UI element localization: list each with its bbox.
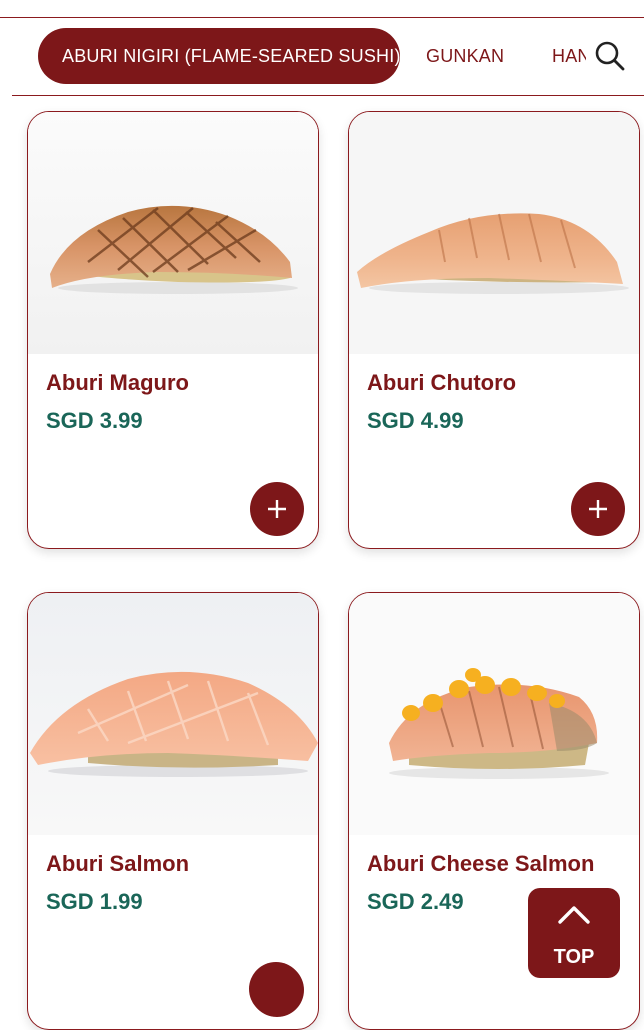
product-price: SGD 3.99 xyxy=(46,408,143,433)
product-image xyxy=(28,593,318,835)
add-to-cart-button[interactable] xyxy=(250,482,304,536)
product-card-aburi-chutoro[interactable]: Aburi Chutoro SGD 4.99 xyxy=(348,111,640,549)
product-image xyxy=(28,112,318,354)
product-name: Aburi Maguro xyxy=(46,370,189,395)
category-tab-aburi-nigiri[interactable]: ABURI NIGIRI (FLAME-SEARED SUSHI) xyxy=(38,28,400,84)
add-to-cart-button[interactable] xyxy=(249,962,303,1016)
category-nav: ABURI NIGIRI (FLAME-SEARED SUSHI) GUNKAN… xyxy=(0,18,644,96)
product-price: SGD 4.99 xyxy=(367,408,464,433)
product-image xyxy=(349,112,639,354)
category-tab-gunkan[interactable]: GUNKAN xyxy=(426,28,504,84)
add-to-cart-button[interactable] xyxy=(571,482,625,536)
nav-divider xyxy=(12,95,644,96)
search-icon[interactable] xyxy=(594,40,626,72)
product-price: SGD 1.99 xyxy=(46,889,143,914)
plus-icon xyxy=(589,500,607,518)
product-name: Aburi Chutoro xyxy=(367,370,517,395)
category-tab-handroll[interactable]: HANDROLL xyxy=(552,28,586,84)
back-to-top-button[interactable]: TOP xyxy=(528,888,620,978)
plus-icon xyxy=(268,500,286,518)
product-name: Aburi Cheese Salmon xyxy=(367,851,595,876)
product-card-aburi-maguro[interactable]: Aburi Maguro SGD 3.99 xyxy=(27,111,319,549)
product-image xyxy=(349,593,639,835)
product-name: Aburi Salmon xyxy=(46,851,190,876)
chevron-up-icon xyxy=(558,906,590,924)
product-price: SGD 2.49 xyxy=(367,889,464,914)
